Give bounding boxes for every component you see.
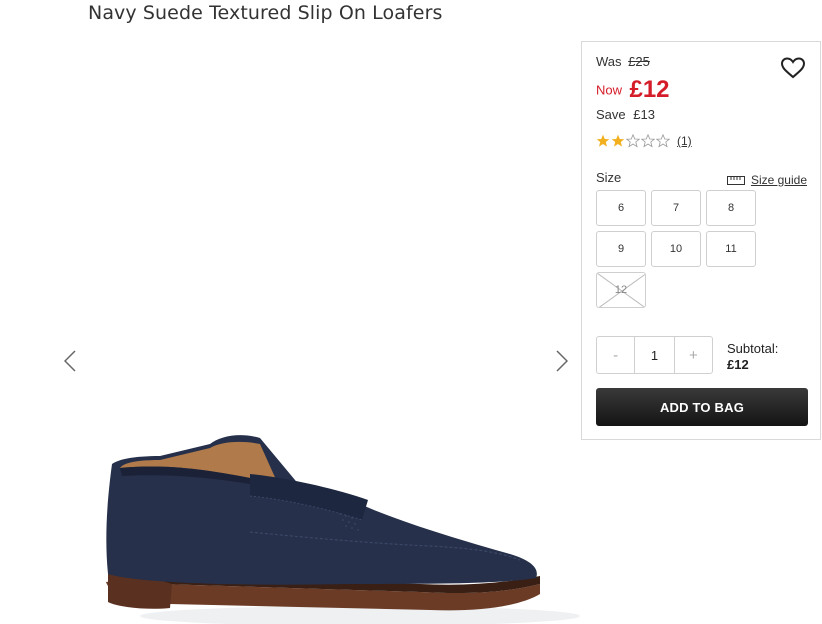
chevron-left-icon <box>64 350 76 372</box>
size-option-6[interactable]: 6 <box>596 190 646 226</box>
quantity-value[interactable]: 1 <box>634 337 675 373</box>
was-label: Was <box>596 54 622 69</box>
size-option-label: 11 <box>725 243 737 255</box>
was-price: £25 <box>628 54 650 69</box>
add-to-bag-button[interactable]: ADD TO BAG <box>596 388 808 426</box>
size-option-label: 6 <box>617 202 625 214</box>
quantity-stepper: - 1 + <box>596 336 713 374</box>
subtotal-label: Subtotal: <box>727 341 779 356</box>
review-count-link[interactable]: (1) <box>677 134 692 148</box>
now-price-row: Now £12 <box>596 76 670 104</box>
size-option-label: 8 <box>727 202 735 214</box>
chevron-right-icon <box>556 350 568 372</box>
quantity-increase-button[interactable]: + <box>675 337 712 373</box>
now-price: £12 <box>629 76 670 103</box>
save-row: Save £13 <box>596 107 655 122</box>
quantity-decrease-button[interactable]: - <box>597 337 634 373</box>
size-label: Size <box>596 170 622 185</box>
rating-stars <box>596 134 671 148</box>
product-image <box>106 435 580 624</box>
size-option-label: 10 <box>669 243 683 255</box>
size-option-label: 9 <box>617 243 625 255</box>
star-empty-icon <box>626 134 640 148</box>
gallery-prev-button[interactable] <box>60 346 80 376</box>
wishlist-button[interactable] <box>780 56 806 80</box>
gallery-next-button[interactable] <box>552 346 572 376</box>
size-option-8[interactable]: 8 <box>706 190 756 226</box>
heart-icon <box>780 57 806 79</box>
size-option-11[interactable]: 11 <box>706 231 756 267</box>
star-empty-icon <box>656 134 670 148</box>
size-option-7[interactable]: 7 <box>651 190 701 226</box>
size-option-12: 12 <box>596 272 646 308</box>
purchase-panel: Was £25 Now £12 Save £13 (1) Size Size g… <box>581 41 821 440</box>
product-title: Navy Suede Textured Slip On Loafers <box>88 2 443 24</box>
ruler-icon <box>726 175 745 185</box>
size-option-label: 12 <box>614 284 628 296</box>
size-guide-link[interactable]: Size guide <box>726 173 807 187</box>
star-filled-icon <box>596 134 610 147</box>
subtotal: Subtotal: £12 <box>727 341 778 373</box>
save-amount: £13 <box>633 107 655 122</box>
star-filled-icon <box>611 134 625 147</box>
subtotal-value: £12 <box>727 357 749 372</box>
rating: (1) <box>596 134 692 148</box>
product-gallery <box>60 40 580 624</box>
was-price-row: Was £25 <box>596 54 650 69</box>
size-option-9[interactable]: 9 <box>596 231 646 267</box>
size-option-10[interactable]: 10 <box>651 231 701 267</box>
now-label: Now <box>596 82 623 98</box>
star-empty-icon <box>641 134 655 148</box>
size-guide-label: Size guide <box>750 173 807 187</box>
save-label: Save <box>596 107 626 122</box>
size-option-label: 7 <box>672 202 680 214</box>
